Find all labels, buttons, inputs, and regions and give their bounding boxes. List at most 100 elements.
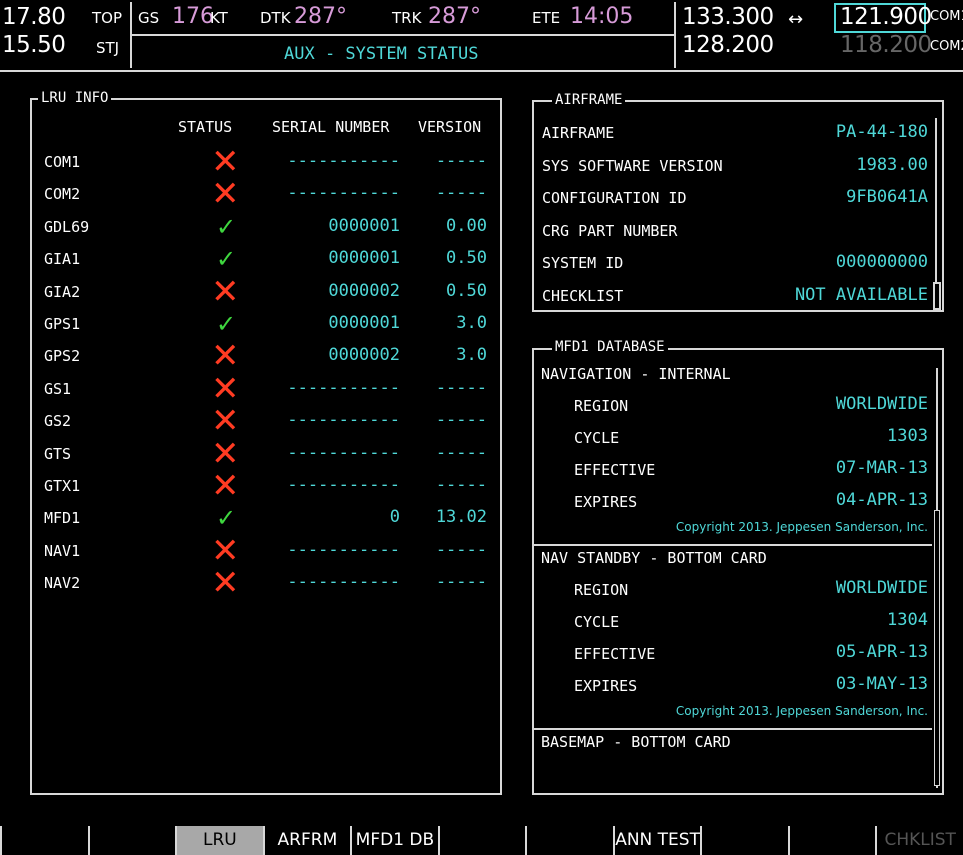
section-divider (534, 728, 932, 730)
softkey-blank[interactable] (437, 826, 526, 855)
lru-name: GIA1 (44, 250, 81, 269)
com-active-frequency[interactable]: 121.900 (840, 4, 932, 30)
database-value: 1304 (887, 610, 928, 630)
airframe-label: CHECKLIST (542, 286, 624, 305)
database-value: 05-APR-13 (835, 642, 928, 662)
database-row: CYCLE 1304 (532, 604, 932, 636)
lru-name: COM2 (44, 185, 81, 204)
lru-name: GDL69 (44, 217, 90, 236)
frequency-transfer-icon[interactable]: ↔ (788, 9, 803, 30)
database-section-heading: NAVIGATION - INTERNAL (541, 365, 731, 383)
serial-number: 0000001 (328, 248, 400, 269)
softkey-arfrm[interactable]: ARFRM (262, 826, 351, 855)
airframe-row: CONFIGURATION ID 9FB0641A (532, 183, 932, 213)
database-label: EXPIRES (574, 493, 638, 511)
divider (674, 2, 676, 68)
version: 0.00 (446, 215, 487, 236)
airframe-label: CONFIGURATION ID (542, 189, 687, 207)
database-row: EFFECTIVE 07-MAR-13 (532, 452, 932, 484)
softkey-chklist[interactable]: CHKLIST (875, 826, 963, 855)
lru-name: GS1 (44, 379, 72, 398)
dtk-value: 287° (294, 4, 347, 29)
serial-number: 0000001 (328, 313, 400, 333)
lru-name: COM1 (44, 153, 81, 171)
lru-row: GS1 ✕ ----------- ----- (30, 372, 500, 406)
database-row: REGION WORLDWIDE (532, 572, 932, 604)
lru-row: GS2 ✕ ----------- ----- (30, 404, 500, 438)
lru-name: NAV1 (44, 541, 81, 560)
airframe-row: CRG PART NUMBER (532, 216, 932, 246)
lru-name: NAV2 (44, 574, 81, 593)
airframe-scrollbar[interactable] (935, 118, 939, 298)
lru-row: NAV1 ✕ ----------- ----- (30, 534, 500, 568)
nav-standby-frequency[interactable]: 128.200 (682, 32, 774, 58)
database-label: EFFECTIVE (574, 645, 656, 663)
database-scrollbar-thumb[interactable] (934, 510, 940, 786)
softkey-blank[interactable] (0, 826, 88, 855)
trk-label: TRK (392, 9, 422, 27)
section-divider (534, 544, 932, 546)
trk-value: 287° (428, 4, 481, 29)
database-row: EFFECTIVE 05-APR-13 (532, 636, 932, 668)
airframe-scrollbar-thumb[interactable] (933, 282, 941, 310)
database-label: REGION (574, 397, 629, 415)
database-label: EFFECTIVE (574, 461, 656, 479)
com-standby-frequency[interactable]: 118.200 (840, 32, 932, 58)
lru-row: MFD1 ✓ 0 13.02 (30, 502, 500, 534)
database-row: EXPIRES 03-MAY-13 (532, 668, 932, 700)
softkey-lru[interactable]: LRU (175, 826, 263, 855)
database-section-heading: BASEMAP - BOTTOM CARD (541, 733, 731, 751)
airframe-row: CHECKLIST NOT AVAILABLE (532, 281, 932, 311)
lru-name: GPS1 (44, 315, 81, 333)
database-value: WORLDWIDE (835, 578, 928, 598)
softkey-blank[interactable] (525, 826, 613, 855)
softkey-blank[interactable] (87, 826, 176, 855)
version: ----- (435, 572, 487, 593)
version: 0.50 (446, 280, 487, 301)
mfd1-database-title: MFD1 DATABASE (552, 340, 668, 354)
airframe-row: AIRFRAME PA-44-180 (532, 118, 932, 148)
airframe-value: PA-44-180 (835, 122, 928, 142)
nav-active-frequency[interactable]: 133.300 (682, 4, 774, 30)
softkey-bar: LRU ARFRM MFD1 DB ANN TEST CHKLIST (0, 820, 963, 855)
serial-number: ----------- (287, 572, 400, 593)
serial-number: 0000002 (328, 345, 400, 366)
page-title: AUX - SYSTEM STATUS (284, 44, 479, 64)
copyright-notice: Copyright 2013. Jeppesen Sanderson, Inc. (675, 704, 928, 718)
com2-label: COM2 (930, 39, 963, 54)
database-label: CYCLE (574, 429, 620, 447)
softkey-mfd1-db[interactable]: MFD1 DB (350, 826, 438, 855)
serial-number: ----------- (287, 475, 400, 495)
database-row: REGION WORLDWIDE (532, 388, 932, 420)
status-column-header: STATUS (178, 118, 233, 136)
softkey-blank[interactable] (787, 826, 876, 855)
divider (0, 70, 963, 72)
airframe-title: AIRFRAME (552, 93, 626, 107)
ete-label: ETE (532, 9, 561, 27)
version: ----- (435, 410, 487, 431)
lru-row: GDL69 ✓ 0000001 0.00 (30, 211, 500, 243)
lru-name: GPS2 (44, 347, 81, 366)
database-section-heading: NAV STANDBY - BOTTOM CARD (541, 549, 767, 567)
version: ----- (435, 442, 487, 463)
database-row: EXPIRES 04-APR-13 (532, 484, 932, 516)
database-value: WORLDWIDE (835, 394, 928, 414)
bottom-altitude-value: 15.50 (2, 32, 66, 58)
version: ----- (435, 183, 487, 204)
softkey-blank[interactable] (700, 826, 788, 855)
serial-number: ----------- (287, 539, 400, 560)
database-label: EXPIRES (574, 677, 638, 695)
gs-value: 176 (172, 4, 214, 29)
version: ----- (435, 151, 487, 171)
lru-row: GTX1 ✕ ----------- ----- (30, 469, 500, 503)
database-value: 07-MAR-13 (835, 458, 928, 478)
serial-number: ----------- (287, 183, 400, 204)
softkey-ann-test[interactable]: ANN TEST (612, 826, 701, 855)
serial-number: 0000001 (328, 215, 400, 236)
lru-row: NAV2 ✕ ----------- ----- (30, 566, 500, 600)
lru-name: MFD1 (44, 509, 81, 528)
gs-unit: KT (210, 9, 228, 27)
airframe-value: 1983.00 (856, 154, 928, 175)
bottom-altitude-label: STJ (96, 39, 120, 57)
lru-row: GIA2 ✕ 0000002 0.50 (30, 275, 500, 309)
